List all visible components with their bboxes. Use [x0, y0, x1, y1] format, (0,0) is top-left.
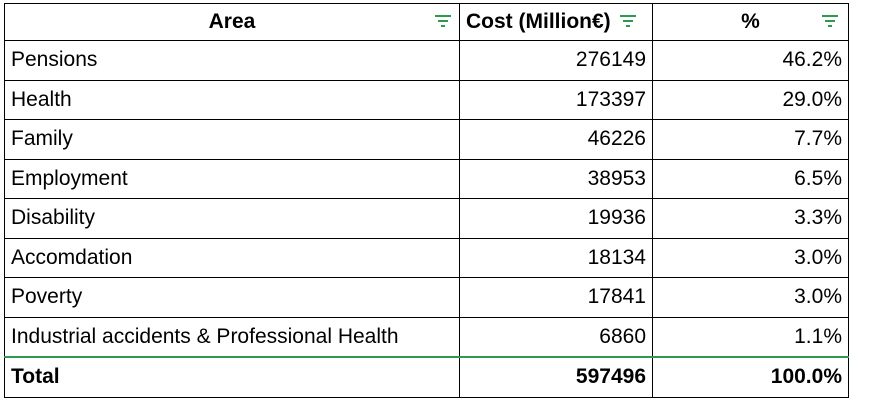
total-label[interactable]: Total: [4, 356, 460, 398]
header-row: Area Cost (Million€) %: [4, 3, 849, 41]
header-percent-label: %: [741, 10, 760, 33]
header-area-label: Area: [208, 10, 256, 33]
header-area[interactable]: Area: [4, 3, 460, 41]
cell-area[interactable]: Accomdation: [4, 237, 460, 278]
cell-percent[interactable]: 29.0%: [652, 79, 849, 120]
cell-percent[interactable]: 3.0%: [652, 237, 849, 278]
filter-icon[interactable]: [618, 11, 638, 31]
table-row: Poverty 17841 3.0%: [4, 277, 849, 318]
cell-percent[interactable]: 3.0%: [652, 277, 849, 318]
cell-cost[interactable]: 6860: [459, 316, 653, 358]
cell-cost[interactable]: 173397: [459, 79, 653, 120]
table-row: Disability 19936 3.3%: [4, 198, 849, 239]
spreadsheet-table: Area Cost (Million€) % Pensions 276149 4…: [4, 3, 849, 398]
cell-percent[interactable]: 3.3%: [652, 198, 849, 239]
cell-cost[interactable]: 46226: [459, 119, 653, 160]
cell-area[interactable]: Pensions: [4, 40, 460, 81]
cell-cost[interactable]: 17841: [459, 277, 653, 318]
table-row: Family 46226 7.7%: [4, 119, 849, 160]
cell-area[interactable]: Industrial accidents & Professional Heal…: [4, 316, 460, 358]
filter-icon[interactable]: [820, 11, 840, 31]
cell-cost[interactable]: 19936: [459, 198, 653, 239]
cell-cost[interactable]: 18134: [459, 237, 653, 278]
total-percent[interactable]: 100.0%: [652, 356, 849, 398]
table-row: Industrial accidents & Professional Heal…: [4, 316, 849, 358]
cell-percent[interactable]: 1.1%: [652, 316, 849, 358]
cell-cost[interactable]: 38953: [459, 158, 653, 199]
cell-area[interactable]: Health: [4, 79, 460, 120]
table-row: Health 173397 29.0%: [4, 79, 849, 120]
cell-area[interactable]: Poverty: [4, 277, 460, 318]
table-row: Employment 38953 6.5%: [4, 158, 849, 199]
header-cost[interactable]: Cost (Million€): [459, 3, 653, 41]
total-cost[interactable]: 597496: [459, 356, 653, 398]
cell-percent[interactable]: 46.2%: [652, 40, 849, 81]
total-row: Total 597496 100.0%: [4, 356, 849, 398]
table-row: Pensions 276149 46.2%: [4, 40, 849, 81]
header-cost-label: Cost (Million€): [466, 10, 611, 33]
cell-percent[interactable]: 6.5%: [652, 158, 849, 199]
header-percent[interactable]: %: [652, 3, 849, 41]
table-row: Accomdation 18134 3.0%: [4, 237, 849, 278]
cell-area[interactable]: Family: [4, 119, 460, 160]
cell-percent[interactable]: 7.7%: [652, 119, 849, 160]
cell-area[interactable]: Employment: [4, 158, 460, 199]
filter-icon[interactable]: [433, 11, 453, 31]
cell-area[interactable]: Disability: [4, 198, 460, 239]
cell-cost[interactable]: 276149: [459, 40, 653, 81]
